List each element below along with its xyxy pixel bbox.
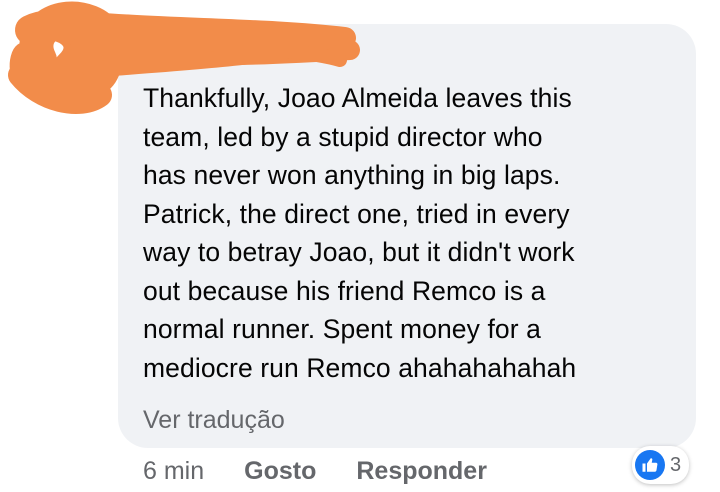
comment-line: normal runner. Spent money for a (143, 314, 541, 344)
reply-button[interactable]: Responder (356, 456, 487, 486)
thumbs-up-icon (635, 450, 665, 480)
comment-line: has never won anything in big laps. (143, 160, 561, 190)
comment-actions-bar: 6 min Gosto Responder (143, 455, 487, 487)
like-button[interactable]: Gosto (244, 456, 316, 486)
comment-line: Thankfully, Joao Almeida leaves this (143, 83, 572, 113)
comment-line: Patrick, the direct one, tried in every (143, 198, 570, 229)
reaction-count: 3 (670, 454, 682, 476)
comment-line: way to betray Joao, but it didn't work (143, 237, 575, 267)
see-translation-link[interactable]: Ver tradução (143, 405, 285, 435)
comment-screenshot: Thankfully, Joao Almeida leaves this tea… (0, 0, 720, 492)
comment-author-name[interactable] (142, 40, 362, 70)
reactions-badge[interactable]: 3 (632, 446, 690, 484)
comment-text: Thankfully, Joao Almeida leaves this tea… (143, 79, 683, 387)
comment-line: mediocre run Remco ahahahahahah (143, 352, 577, 383)
comment-timestamp[interactable]: 6 min (143, 456, 204, 486)
comment-line: out because his friend Remco is a (143, 275, 546, 306)
comment-line: team, led by a stupid director who (143, 121, 543, 152)
